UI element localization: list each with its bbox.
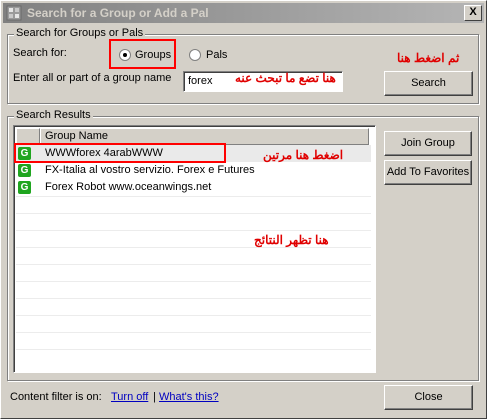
highlight-groups-radio: [109, 39, 176, 69]
add-to-favorites-button[interactable]: Add To Favorites: [384, 160, 472, 185]
pals-radio[interactable]: [189, 49, 201, 61]
grid-line: [16, 298, 371, 299]
grid-line: [16, 264, 371, 265]
result-name: Forex Robot www.oceanwings.net: [45, 181, 212, 193]
grid-line: [16, 247, 371, 248]
app-icon: [6, 5, 22, 21]
turn-off-link[interactable]: Turn off: [111, 391, 148, 403]
result-row-2[interactable]: G FX-Italia al vostro servizio. Forex e …: [16, 162, 371, 179]
search-groupbox-legend: Search for Groups or Pals: [14, 27, 146, 39]
grid-line: [16, 196, 371, 197]
result-row-3[interactable]: G Forex Robot www.oceanwings.net: [16, 179, 371, 196]
grid-line: [16, 230, 371, 231]
grid-line: [16, 213, 371, 214]
window-title: Search for a Group or Add a Pal: [27, 6, 209, 20]
annotation-double-click: اضغط هنا مرتين: [263, 148, 344, 162]
close-button[interactable]: Close: [384, 385, 473, 410]
whats-this-link[interactable]: What's this?: [159, 391, 219, 403]
join-group-button[interactable]: Join Group: [384, 131, 472, 156]
pals-radio-label[interactable]: Pals: [206, 49, 227, 61]
group-icon: G: [18, 164, 31, 177]
grid-line: [16, 315, 371, 316]
highlight-first-result: [14, 143, 226, 163]
search-button[interactable]: Search: [384, 71, 473, 96]
grid-line: [16, 349, 371, 350]
result-name: FX-Italia al vostro servizio. Forex e Fu…: [45, 164, 255, 176]
annotation-then-click: ثم اضغط هنا: [397, 51, 460, 65]
title-bar[interactable]: Search for a Group or Add a Pal X: [3, 3, 484, 23]
group-icon: G: [18, 181, 31, 194]
results-groupbox-legend: Search Results: [14, 109, 93, 121]
annotation-type-search: هنا تضع ما تبحث عنه: [235, 71, 336, 85]
grid-line: [16, 281, 371, 282]
annotation-results-appear: هنا تظهر النتائج: [254, 233, 329, 247]
title-close-button[interactable]: X: [464, 5, 482, 21]
group-name-label: Enter all or part of a group name: [13, 72, 172, 84]
grid-line: [16, 332, 371, 333]
search-for-label: Search for:: [13, 47, 67, 59]
link-separator: |: [153, 391, 156, 403]
content-filter-label: Content filter is on:: [10, 391, 102, 403]
dialog-window: Search for a Group or Add a Pal X Search…: [0, 0, 487, 419]
group-name-input-value: forex: [188, 75, 213, 87]
